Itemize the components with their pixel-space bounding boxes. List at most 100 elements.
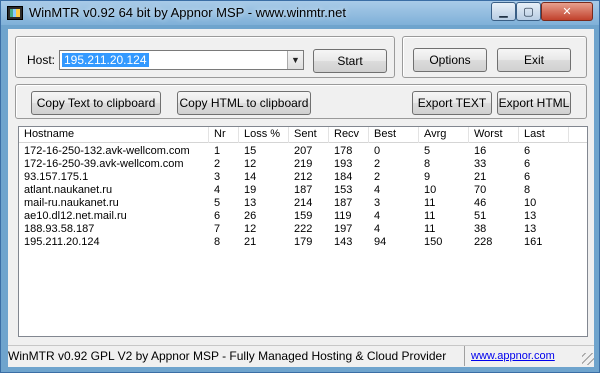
- cell-nr: 2: [214, 158, 221, 170]
- table-row[interactable]: 172-16-250-132.avk-wellcom.com 1 15 207 …: [19, 145, 587, 158]
- table-header: Hostname Nr Loss % Sent Recv Best Avrg W…: [19, 127, 587, 143]
- cell-nr: 5: [214, 197, 221, 209]
- cell-worst: 70: [474, 184, 487, 196]
- cell-avrg: 11: [424, 223, 436, 235]
- cell-hostname: 93.157.175.1: [24, 171, 89, 183]
- minimize-icon: ▁: [499, 6, 508, 18]
- cell-last: 8: [524, 184, 531, 196]
- exit-button[interactable]: Exit: [497, 48, 571, 72]
- cell-avrg: 8: [424, 158, 431, 170]
- cell-best: 4: [374, 184, 381, 196]
- cell-worst: 228: [474, 236, 493, 248]
- client-area: Host: 195.211.20.124 ▼ Start Options Exi…: [8, 29, 594, 367]
- table-row[interactable]: 188.93.58.187 7 12 222 197 4 11 38 13: [19, 223, 587, 236]
- cell-last: 13: [524, 223, 537, 235]
- cell-avrg: 11: [424, 210, 436, 222]
- cell-nr: 1: [214, 145, 221, 157]
- cell-hostname: 195.211.20.124: [24, 236, 100, 248]
- cell-loss: 15: [244, 145, 257, 157]
- copy-text-button[interactable]: Copy Text to clipboard: [31, 91, 161, 115]
- column-header-recv[interactable]: Recv: [329, 127, 369, 143]
- column-header-hostname[interactable]: Hostname: [19, 127, 209, 143]
- status-text: WinMTR v0.92 GPL V2 by Appnor MSP - Full…: [8, 349, 447, 363]
- cell-hostname: 172-16-250-132.avk-wellcom.com: [24, 145, 190, 157]
- column-header-loss[interactable]: Loss %: [239, 127, 289, 143]
- cell-sent: 187: [294, 184, 313, 196]
- status-divider: [464, 346, 465, 366]
- cell-sent: 179: [294, 236, 313, 248]
- cell-loss: 21: [244, 236, 257, 248]
- start-button[interactable]: Start: [313, 49, 387, 73]
- cell-hostname: 188.93.58.187: [24, 223, 95, 235]
- cell-avrg: 150: [424, 236, 443, 248]
- cell-hostname: mail-ru.naukanet.ru: [24, 197, 119, 209]
- cell-loss: 13: [244, 197, 257, 209]
- cell-last: 13: [524, 210, 537, 222]
- cell-last: 161: [524, 236, 543, 248]
- column-header-worst[interactable]: Worst: [469, 127, 519, 143]
- table-row[interactable]: atlant.naukanet.ru 4 19 187 153 4 10 70 …: [19, 184, 587, 197]
- export-html-button[interactable]: Export HTML: [497, 91, 571, 115]
- cell-nr: 3: [214, 171, 221, 183]
- host-dropdown-button[interactable]: ▼: [287, 51, 303, 69]
- cell-worst: 38: [474, 223, 487, 235]
- cell-loss: 14: [244, 171, 257, 183]
- cell-recv: 197: [334, 223, 353, 235]
- cell-best: 4: [374, 210, 381, 222]
- table-row[interactable]: mail-ru.naukanet.ru 5 13 214 187 3 11 46…: [19, 197, 587, 210]
- close-button[interactable]: ✕: [541, 2, 593, 21]
- table-row[interactable]: ae10.dl12.net.mail.ru 6 26 159 119 4 11 …: [19, 210, 587, 223]
- cell-avrg: 9: [424, 171, 431, 183]
- cell-recv: 143: [334, 236, 353, 248]
- cell-worst: 51: [474, 210, 487, 222]
- column-header-last[interactable]: Last: [519, 127, 569, 143]
- host-input[interactable]: 195.211.20.124: [62, 53, 149, 67]
- cell-sent: 214: [294, 197, 313, 209]
- cell-nr: 6: [214, 210, 221, 222]
- table-row[interactable]: 195.211.20.124 8 21 179 143 94 150 228 1…: [19, 236, 587, 249]
- cell-avrg: 11: [424, 197, 436, 209]
- column-header-nr[interactable]: Nr: [209, 127, 239, 143]
- resize-grip-icon[interactable]: [582, 353, 594, 365]
- cell-last: 6: [524, 171, 531, 183]
- cell-loss: 26: [244, 210, 257, 222]
- cell-worst: 16: [474, 145, 487, 157]
- close-icon: ✕: [562, 6, 572, 18]
- cell-sent: 219: [294, 158, 313, 170]
- export-text-button[interactable]: Export TEXT: [412, 91, 492, 115]
- cell-loss: 12: [244, 223, 257, 235]
- table-row[interactable]: 172-16-250-39.avk-wellcom.com 2 12 219 1…: [19, 158, 587, 171]
- cell-worst: 21: [474, 171, 487, 183]
- cell-recv: 193: [334, 158, 353, 170]
- cell-nr: 7: [214, 223, 221, 235]
- cell-recv: 153: [334, 184, 353, 196]
- status-bar: WinMTR v0.92 GPL V2 by Appnor MSP - Full…: [8, 345, 594, 366]
- cell-best: 2: [374, 171, 381, 183]
- column-header-best[interactable]: Best: [369, 127, 419, 143]
- minimize-button[interactable]: ▁: [491, 2, 516, 21]
- cell-avrg: 5: [424, 145, 431, 157]
- cell-best: 2: [374, 158, 381, 170]
- appnor-link[interactable]: www.appnor.com: [471, 350, 555, 362]
- table-row[interactable]: 93.157.175.1 3 14 212 184 2 9 21 6: [19, 171, 587, 184]
- cell-sent: 207: [294, 145, 313, 157]
- column-header-avrg[interactable]: Avrg: [419, 127, 469, 143]
- cell-recv: 178: [334, 145, 353, 157]
- cell-best: 94: [374, 236, 387, 248]
- maximize-button[interactable]: ▢: [516, 2, 541, 21]
- options-button[interactable]: Options: [413, 48, 487, 72]
- cell-hostname: atlant.naukanet.ru: [24, 184, 113, 196]
- copy-html-button[interactable]: Copy HTML to clipboard: [177, 91, 311, 115]
- cell-sent: 212: [294, 171, 313, 183]
- host-combobox[interactable]: 195.211.20.124 ▼: [59, 50, 304, 70]
- cell-best: 0: [374, 145, 381, 157]
- results-table[interactable]: Hostname Nr Loss % Sent Recv Best Avrg W…: [18, 126, 588, 337]
- cell-nr: 4: [214, 184, 221, 196]
- cell-avrg: 10: [424, 184, 437, 196]
- column-header-sent[interactable]: Sent: [289, 127, 329, 143]
- cell-worst: 33: [474, 158, 487, 170]
- cell-worst: 46: [474, 197, 487, 209]
- cell-loss: 19: [244, 184, 257, 196]
- title-bar[interactable]: WinMTR v0.92 64 bit by Appnor MSP - www.…: [1, 1, 599, 25]
- cell-sent: 222: [294, 223, 313, 235]
